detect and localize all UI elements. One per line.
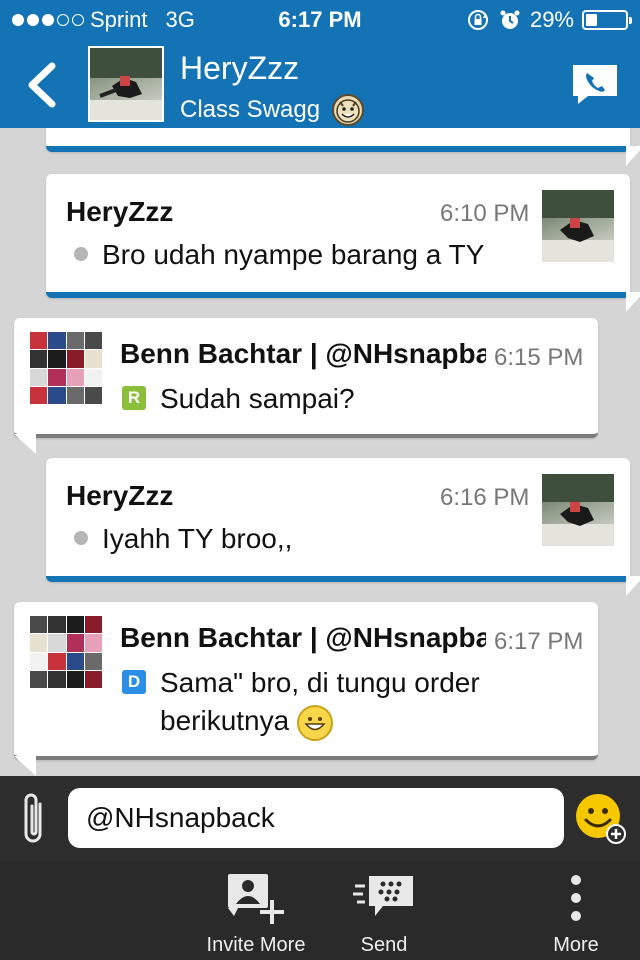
- smiley-add-icon[interactable]: [574, 792, 626, 844]
- paperclip-icon[interactable]: [18, 790, 50, 848]
- invite-more-label: Invite More: [206, 934, 306, 956]
- message-sender: HeryZzz: [66, 480, 174, 511]
- grin-emoji-icon: [297, 704, 334, 741]
- status-icons: 29%: [466, 7, 632, 33]
- sender-avatar[interactable]: [542, 190, 614, 262]
- send-label: Send: [360, 934, 408, 956]
- message-input[interactable]: [68, 788, 564, 848]
- message-bubble[interactable]: Benn Bachtar | @NHsnapback 6:17 PM D Sama…: [14, 602, 598, 776]
- invite-more-button[interactable]: Invite More: [196, 862, 316, 960]
- message-bubble[interactable]: HeryZzz 6:10 PM Bro udah nyampe barang a…: [46, 174, 640, 312]
- message-time: 6:17 PM: [494, 628, 584, 655]
- delivered-dot-icon: [74, 246, 88, 261]
- message-bubble[interactable]: Benn Bachtar | @NHsnapback 6:15 PM R Suda…: [14, 318, 598, 454]
- send-bbm-icon: [353, 876, 413, 916]
- read-status-icon: R: [122, 385, 146, 410]
- more-label: More: [553, 934, 599, 956]
- more-button[interactable]: More: [536, 862, 616, 960]
- send-button[interactable]: Send: [334, 862, 434, 960]
- rotation-lock-icon: [467, 10, 488, 30]
- delivered-dot-icon: [74, 530, 88, 545]
- message-time: 6:16 PM: [440, 484, 530, 511]
- message-time: 6:10 PM: [440, 200, 530, 227]
- chevron-left-icon[interactable]: [22, 62, 62, 108]
- contact-status-text: Class Swagg: [180, 96, 321, 123]
- more-dots-icon: [571, 875, 581, 921]
- bottom-toolbar: Invite More Send More: [0, 862, 640, 960]
- message-text: Iyahh TY broo,,: [74, 520, 292, 558]
- message-time: 6:15 PM: [494, 344, 584, 371]
- sender-avatar[interactable]: [542, 474, 614, 546]
- delivered-status-icon: D: [122, 669, 146, 694]
- message-text: D Sama" bro, di tungu order berikutnya: [122, 664, 542, 741]
- battery-percent: 29%: [529, 7, 574, 32]
- contact-name: HeryZzz: [180, 50, 300, 86]
- message-bubble[interactable]: HeryZzz 6:16 PM Iyahh TY broo,,: [46, 458, 640, 596]
- message-sender: Benn Bachtar | @NHsnapback: [120, 622, 486, 653]
- composer-bar: [0, 776, 640, 862]
- phone-call-icon[interactable]: [570, 62, 620, 106]
- message-bubble-partial: [46, 128, 640, 166]
- add-contact-icon: [228, 874, 284, 924]
- message-list[interactable]: HeryZzz 6:10 PM Bro udah nyampe barang a…: [0, 128, 640, 776]
- sender-avatar[interactable]: [30, 616, 102, 688]
- devil-emoji-icon: [332, 94, 365, 126]
- sender-avatar[interactable]: [30, 332, 102, 404]
- status-bar: Sprint 3G 6:17 PM 29%: [0, 0, 640, 40]
- message-sender: HeryZzz: [66, 196, 174, 227]
- message-sender: Benn Bachtar | @NHsnapback: [120, 338, 486, 369]
- alarm-icon: [500, 10, 520, 29]
- battery-icon: [582, 10, 632, 30]
- contact-avatar[interactable]: [88, 46, 164, 122]
- message-text: R Sudah sampai?: [122, 380, 355, 418]
- contact-status: Class Swagg: [180, 94, 365, 126]
- chat-header: HeryZzz Class Swagg: [0, 40, 640, 128]
- message-text: Bro udah nyampe barang a TY: [74, 236, 484, 274]
